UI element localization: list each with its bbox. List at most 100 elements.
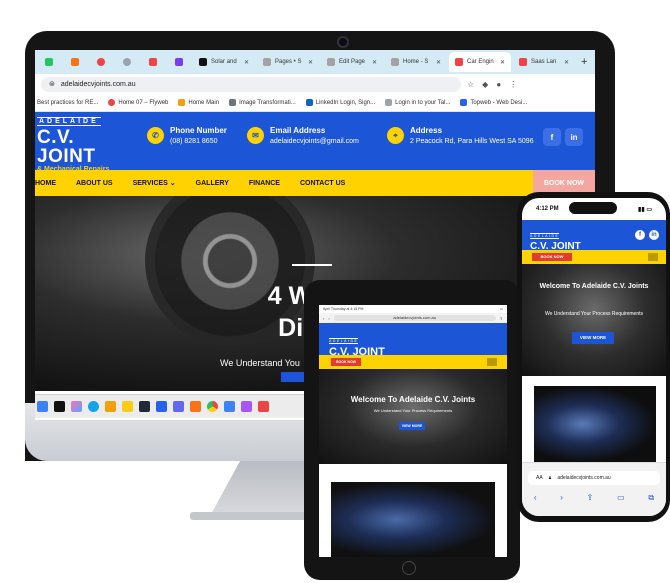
nav-gallery[interactable]: GALLERY xyxy=(196,180,229,187)
bookmark-item[interactable]: Best practices for RE... xyxy=(37,100,98,106)
close-icon[interactable]: ✕ xyxy=(436,59,441,66)
bookmark-label: Home Main xyxy=(188,99,220,106)
close-icon[interactable]: ✕ xyxy=(500,59,505,66)
url-text: adelaidecvjoints.com.au xyxy=(60,80,136,88)
tab-solar[interactable]: Solar and ✕ xyxy=(193,52,255,72)
app-icon[interactable] xyxy=(224,401,235,412)
star-icon[interactable]: ☆ xyxy=(467,80,474,89)
bookmark-item[interactable]: Home 07 – Flyweb xyxy=(108,99,168,106)
phone-notch xyxy=(569,202,617,214)
phone-hero: Welcome To Adelaide C.V. Joints We Under… xyxy=(522,264,666,376)
bookmark-item[interactable]: Image Transformati... xyxy=(229,99,296,106)
linkedin-icon[interactable]: in xyxy=(565,128,583,146)
phone-book-now-button[interactable]: BOOK NOW xyxy=(532,253,572,261)
tablet-home-button[interactable] xyxy=(402,561,416,575)
pinned-tab[interactable] xyxy=(63,52,87,72)
phone-view-more-button[interactable]: VIEW MORE xyxy=(572,332,614,344)
bookmark-item[interactable]: Home Main xyxy=(178,99,219,106)
tab-label: Car Engin xyxy=(467,59,494,65)
chrome-icon[interactable] xyxy=(207,401,218,412)
forward-icon[interactable]: › xyxy=(560,493,563,503)
address-contact: ⌖ Address 2 Peacock Rd, Para Hills West … xyxy=(387,126,534,145)
bookmark-item[interactable]: Topweb - Web Desi... xyxy=(460,99,527,106)
nav-finance[interactable]: FINANCE xyxy=(249,180,280,187)
phone-contact[interactable]: ✆ Phone Number (08) 8281 8650 xyxy=(147,126,227,145)
tab-label: Saas Lan xyxy=(531,59,557,65)
edge-icon[interactable] xyxy=(88,401,99,412)
facebook-icon[interactable]: f xyxy=(635,230,645,240)
share-icon[interactable]: ⇪ xyxy=(587,493,594,503)
app-icon[interactable] xyxy=(241,401,252,412)
tab-saas[interactable]: Saas Lan ✕ xyxy=(513,52,575,72)
back-icon[interactable]: ‹ xyxy=(534,493,537,503)
email-contact[interactable]: ✉ Email Address adelaidecvjoints@gmail.c… xyxy=(247,126,359,145)
bookmark-label: Topweb - Web Desi... xyxy=(470,99,528,106)
forward-icon[interactable]: › xyxy=(328,316,329,321)
new-tab-icon[interactable]: + xyxy=(581,56,587,68)
tab-label: Edit Page xyxy=(339,59,366,65)
camera-icon xyxy=(337,36,349,48)
url-input[interactable]: ⊜ adelaidecvjoints.com.au xyxy=(41,76,461,92)
teams-icon[interactable] xyxy=(173,401,184,412)
pinned-tab[interactable] xyxy=(89,52,113,72)
extension-icon[interactable]: ◆ xyxy=(482,80,488,89)
lock-icon: 🔒︎ xyxy=(548,475,552,481)
site-info-icon[interactable]: ⊜ xyxy=(49,80,55,88)
nav-services-label: SERVICES xyxy=(132,180,168,187)
linkedin-icon[interactable]: in xyxy=(649,230,659,240)
close-icon[interactable]: ✕ xyxy=(244,59,249,66)
notes-icon[interactable] xyxy=(122,401,133,412)
nav-services[interactable]: SERVICES ⌄ xyxy=(133,179,176,187)
start-icon[interactable] xyxy=(37,401,48,412)
share-icon[interactable]: ⇪ xyxy=(500,316,503,321)
phone-url-bar[interactable]: AA 🔒︎ adelaidecvjoints.com.au xyxy=(528,471,660,485)
menu-icon[interactable]: ⋮ xyxy=(509,80,517,89)
logo-top-text: ADELAIDE xyxy=(37,116,101,126)
search-icon[interactable] xyxy=(54,401,65,412)
tablet-url[interactable]: adelaidecvjoints.com.au xyxy=(333,315,496,321)
close-icon[interactable]: ✕ xyxy=(564,59,569,66)
profile-icon[interactable]: ● xyxy=(496,80,501,89)
tab-favicon-icon xyxy=(71,58,79,66)
tablet-view-more-button[interactable]: VIEW MORE xyxy=(399,422,425,430)
phone-toolbar-icons: ‹ › ⇪ ▭ ⧉ xyxy=(522,493,666,503)
close-icon[interactable]: ✕ xyxy=(308,59,313,66)
tab-favicon-icon xyxy=(97,58,105,66)
pinned-tab[interactable] xyxy=(141,52,165,72)
tab-car-engine[interactable]: Car Engin ✕ xyxy=(449,52,511,72)
battery-icon: ▭ xyxy=(499,307,503,311)
tab-edit-page[interactable]: Edit Page ✕ xyxy=(321,52,383,72)
outlook-icon[interactable] xyxy=(156,401,167,412)
email-label: Email Address xyxy=(270,126,326,135)
tablet-address-bar: ‹ › adelaidecvjoints.com.au ⇪ xyxy=(319,313,507,323)
app-icon[interactable] xyxy=(258,401,269,412)
store-icon[interactable] xyxy=(105,401,116,412)
bookmarks-icon[interactable]: ▭ xyxy=(617,493,625,503)
terminal-icon[interactable] xyxy=(139,401,150,412)
xampp-icon[interactable] xyxy=(190,401,201,412)
site-logo[interactable]: ADELAIDE C.V. JOINT & Mechanical Repairs xyxy=(35,110,135,173)
close-icon[interactable]: ✕ xyxy=(372,59,377,66)
nav-home[interactable]: HOME xyxy=(35,180,56,187)
phone-icon: ✆ xyxy=(147,127,164,144)
pinned-tab[interactable] xyxy=(115,52,139,72)
nav-contact[interactable]: CONTACT US xyxy=(300,180,345,187)
tab-home[interactable]: Home - S ✕ xyxy=(385,52,447,72)
bookmark-favicon-icon xyxy=(460,99,468,106)
phone-hero-title: Welcome To Adelaide C.V. Joints xyxy=(539,283,649,290)
bookmark-item[interactable]: Login in to your Tal... xyxy=(385,99,450,106)
pinned-tab[interactable] xyxy=(167,52,191,72)
tabs-icon[interactable]: ⧉ xyxy=(648,493,654,503)
tablet-book-now-button[interactable]: BOOK NOW xyxy=(331,358,361,366)
facebook-icon[interactable]: f xyxy=(543,128,561,146)
back-icon[interactable]: ‹ xyxy=(323,316,324,321)
pinned-tab[interactable] xyxy=(37,52,61,72)
hamburger-icon[interactable] xyxy=(487,358,497,366)
copilot-icon[interactable] xyxy=(71,401,82,412)
address-value: 2 Peacock Rd, Para Hills West SA 5096 xyxy=(410,138,534,145)
reader-aa-button[interactable]: AA xyxy=(536,475,543,481)
hamburger-icon[interactable] xyxy=(648,253,658,261)
bookmark-item[interactable]: LinkedIn Login, Sign... xyxy=(305,99,375,106)
nav-about[interactable]: ABOUT US xyxy=(76,180,113,187)
tab-pages[interactable]: Pages • S ✕ xyxy=(257,52,319,72)
